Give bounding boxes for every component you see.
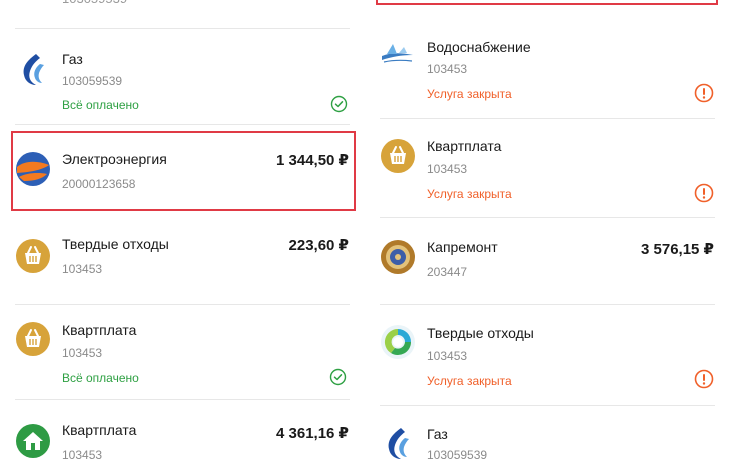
amount-due: 4 361,16 ₽ bbox=[276, 425, 349, 442]
house-icon bbox=[14, 422, 52, 460]
service-item-gas[interactable]: Газ 103059539 bbox=[365, 408, 730, 462]
capital-repair-emblem-icon bbox=[379, 238, 417, 276]
divider bbox=[15, 124, 350, 125]
account-number: 103453 bbox=[62, 262, 103, 276]
electricity-globe-icon bbox=[14, 150, 52, 188]
service-title: Капремонт bbox=[427, 239, 498, 255]
service-item-capital-repair[interactable]: Капремонт 203447 3 576,15 ₽ bbox=[365, 220, 730, 304]
service-title: Газ bbox=[427, 426, 448, 442]
divider bbox=[380, 405, 715, 406]
status-closed-label: Услуга закрыта bbox=[427, 187, 512, 201]
recycling-icon bbox=[379, 323, 417, 361]
left-column: 103059539 Газ 103059539 Всё оплачено Эле… bbox=[0, 0, 365, 462]
amount-due: 1 344,50 ₽ bbox=[276, 152, 349, 169]
basket-icon bbox=[379, 137, 417, 175]
service-item-rent-house[interactable]: Квартплата 103453 4 361,16 ₽ bbox=[0, 402, 365, 462]
account-number: 103453 bbox=[427, 162, 468, 176]
service-title: Квартплата bbox=[62, 422, 137, 438]
account-number: 20000123658 bbox=[62, 177, 136, 191]
divider bbox=[15, 304, 350, 305]
account-number: 103453 bbox=[427, 62, 468, 76]
divider bbox=[380, 118, 715, 119]
divider bbox=[15, 28, 350, 29]
service-item-gas[interactable]: Газ 103059539 Всё оплачено bbox=[0, 36, 365, 122]
check-circle-icon bbox=[329, 368, 347, 386]
divider bbox=[380, 217, 715, 218]
account-number: 103453 bbox=[427, 349, 468, 363]
service-item-solid-waste[interactable]: Твердые отходы 103453 Услуга закрыта bbox=[365, 307, 730, 403]
service-item-electricity[interactable]: Электроэнергия 20000123658 1 344,50 ₽ bbox=[0, 132, 365, 210]
service-title: Твердые отходы bbox=[427, 325, 534, 341]
divider bbox=[15, 399, 350, 400]
gas-flame-icon bbox=[379, 424, 417, 462]
service-title: Электроэнергия bbox=[62, 151, 167, 167]
warning-circle-icon bbox=[694, 369, 714, 389]
status-closed-label: Услуга закрыта bbox=[427, 374, 512, 388]
basket-icon bbox=[14, 320, 52, 358]
service-title: Квартплата bbox=[62, 322, 137, 338]
status-closed-label: Услуга закрыта bbox=[427, 87, 512, 101]
basket-icon bbox=[14, 237, 52, 275]
check-circle-icon bbox=[330, 95, 348, 113]
account-number: 103453 bbox=[62, 346, 103, 360]
account-number: 103059539 bbox=[62, 74, 123, 88]
service-title: Твердые отходы bbox=[62, 236, 169, 252]
highlight-frame bbox=[376, 0, 718, 5]
account-number: 203447 bbox=[427, 265, 468, 279]
service-item-rent[interactable]: Квартплата 103453 Всё оплачено bbox=[0, 306, 365, 396]
service-title: Газ bbox=[62, 51, 83, 67]
service-title: Водоснабжение bbox=[427, 39, 531, 55]
status-paid-label: Всё оплачено bbox=[62, 98, 139, 112]
right-column: Водоснабжение 103453 Услуга закрыта Квар… bbox=[365, 0, 730, 462]
service-item-water-supply[interactable]: Водоснабжение 103453 Услуга закрыта bbox=[365, 20, 730, 116]
amount-due: 223,60 ₽ bbox=[288, 237, 349, 254]
amount-due: 3 576,15 ₽ bbox=[641, 241, 714, 258]
service-item-rent[interactable]: Квартплата 103453 Услуга закрыта bbox=[365, 120, 730, 216]
service-title: Квартплата bbox=[427, 138, 502, 154]
warning-circle-icon bbox=[694, 83, 714, 103]
divider bbox=[380, 304, 715, 305]
water-supply-icon bbox=[379, 36, 417, 74]
warning-circle-icon bbox=[694, 183, 714, 203]
partial-account-number: 103059539 bbox=[62, 0, 127, 6]
status-paid-label: Всё оплачено bbox=[62, 371, 139, 385]
service-item-solid-waste[interactable]: Твердые отходы 103453 223,60 ₽ bbox=[0, 220, 365, 302]
gas-flame-icon bbox=[14, 50, 52, 88]
